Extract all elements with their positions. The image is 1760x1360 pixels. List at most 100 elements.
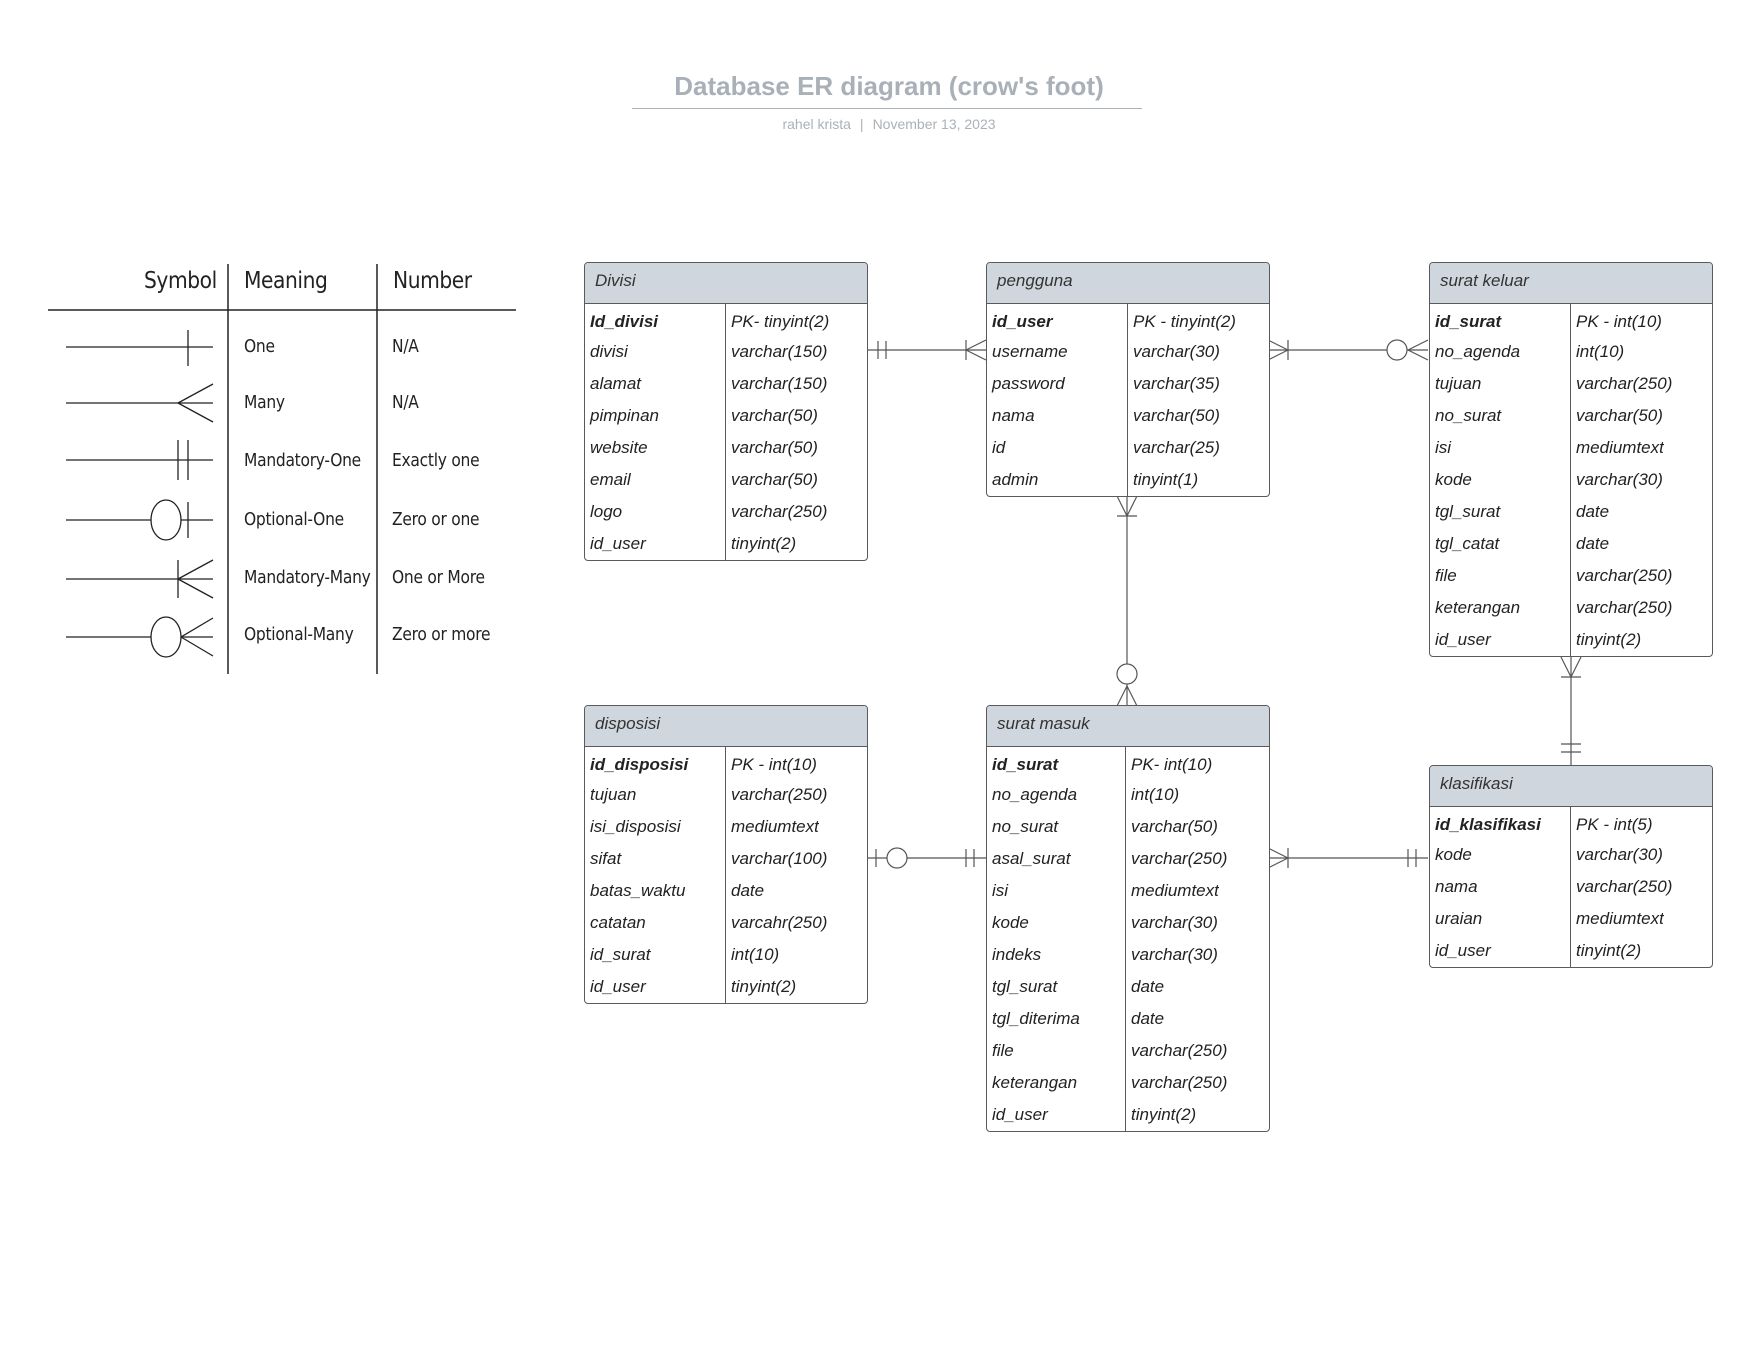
- entity-divisi[interactable]: Divisi Id_divisi PK- tinyint(2) divisi varch…: [584, 262, 868, 561]
- field-name: username: [987, 336, 1128, 368]
- entity-field-row: id_user tinyint(2): [1430, 624, 1712, 656]
- field-type: date: [1131, 1009, 1165, 1028]
- entity-field-row: id_surat int(10): [585, 939, 867, 971]
- field-name: isi: [1430, 432, 1571, 464]
- field-type: mediumtext: [731, 817, 819, 836]
- entity-field-row: keterangan varchar(250): [1430, 592, 1712, 624]
- field-type: tinyint(2): [1576, 941, 1642, 960]
- entity-name: klasifikasi: [1430, 766, 1712, 807]
- field-name: tujuan: [585, 779, 726, 811]
- entity-field-row: tgl_catat date: [1430, 528, 1712, 560]
- entity-name: disposisi: [585, 706, 867, 747]
- field-name: tgl_catat: [1430, 528, 1571, 560]
- field-type: varcahr(250): [731, 913, 828, 932]
- relationship-divisi-pengguna: [866, 339, 987, 361]
- field-name: catatan: [585, 907, 726, 939]
- relationship-pengguna-surat-masuk: [1116, 495, 1138, 707]
- entity-name: surat keluar: [1430, 263, 1712, 304]
- relationship-disposisi-surat-masuk: [866, 847, 986, 869]
- field-type: varchar(30): [1131, 945, 1218, 964]
- entity-field-row: tgl_surat date: [987, 971, 1269, 1003]
- field-name: file: [987, 1035, 1126, 1067]
- field-type: tinyint(1): [1133, 470, 1199, 489]
- field-type: varchar(250): [1576, 598, 1673, 617]
- relationship-surat-masuk-klasifikasi: [1267, 847, 1428, 869]
- field-type: varchar(100): [731, 849, 828, 868]
- field-name: id: [987, 432, 1128, 464]
- field-name: id_user: [987, 304, 1128, 336]
- field-name: alamat: [585, 368, 726, 400]
- entity-field-row: batas_waktu date: [585, 875, 867, 907]
- entity-field-row: alamat varchar(150): [585, 368, 867, 400]
- field-type: mediumtext: [1576, 438, 1664, 457]
- field-name: keterangan: [1430, 592, 1571, 624]
- entity-field-row: password varchar(35): [987, 368, 1269, 400]
- entity-pengguna[interactable]: pengguna id_user PK - tinyint(2) username va…: [986, 262, 1270, 497]
- field-name: id_klasifikasi: [1430, 807, 1571, 839]
- relationship-surat-keluar-klasifikasi: [1560, 656, 1582, 766]
- entity-field-row: id_user PK - tinyint(2): [987, 304, 1269, 336]
- field-type: varchar(50): [731, 406, 818, 425]
- field-name: no_agenda: [1430, 336, 1571, 368]
- relationship-pengguna-surat-keluar: [1267, 339, 1429, 361]
- entity-field-row: no_agenda int(10): [1430, 336, 1712, 368]
- field-name: id_user: [1430, 935, 1571, 967]
- field-type: varchar(30): [1576, 845, 1663, 864]
- field-type: varchar(50): [1133, 406, 1220, 425]
- entity-surat-keluar[interactable]: surat keluar id_surat PK - int(10) no_agend…: [1429, 262, 1713, 657]
- field-name: id_surat: [1430, 304, 1571, 336]
- entity-field-row: kode varchar(30): [1430, 464, 1712, 496]
- field-name: no_surat: [1430, 400, 1571, 432]
- field-name: nama: [987, 400, 1128, 432]
- field-name: kode: [1430, 464, 1571, 496]
- entity-field-row: username varchar(30): [987, 336, 1269, 368]
- entity-klasifikasi[interactable]: klasifikasi id_klasifikasi PK - int(5) kode…: [1429, 765, 1713, 968]
- field-name: tujuan: [1430, 368, 1571, 400]
- field-name: tgl_diterima: [987, 1003, 1126, 1035]
- field-type: date: [731, 881, 765, 900]
- entity-field-row: id_user tinyint(2): [585, 528, 867, 560]
- field-name: asal_surat: [987, 843, 1126, 875]
- entity-field-row: nama varchar(250): [1430, 871, 1712, 903]
- field-name: tgl_surat: [1430, 496, 1571, 528]
- entity-surat-masuk[interactable]: surat masuk id_surat PK- int(10) no_agenda i…: [986, 705, 1270, 1132]
- field-type: PK - int(10): [1576, 312, 1662, 331]
- field-type: varchar(30): [1131, 913, 1218, 932]
- entity-name: surat masuk: [987, 706, 1269, 747]
- field-name: sifat: [585, 843, 726, 875]
- entity-field-row: file varchar(250): [987, 1035, 1269, 1067]
- field-type: tinyint(2): [1576, 630, 1642, 649]
- field-name: nama: [1430, 871, 1571, 903]
- entity-field-row: id_disposisi PK - int(10): [585, 747, 867, 779]
- entity-field-row: pimpinan varchar(50): [585, 400, 867, 432]
- field-type: mediumtext: [1131, 881, 1219, 900]
- field-type: varchar(25): [1133, 438, 1220, 457]
- field-type: varchar(30): [1576, 470, 1663, 489]
- field-type: varchar(50): [1131, 817, 1218, 836]
- entity-name: Divisi: [585, 263, 867, 304]
- field-type: PK- int(10): [1131, 755, 1213, 774]
- field-name: indeks: [987, 939, 1126, 971]
- field-type: int(10): [1131, 785, 1180, 804]
- field-type: int(10): [1576, 342, 1625, 361]
- entity-field-row: uraian mediumtext: [1430, 903, 1712, 935]
- entity-field-row: file varchar(250): [1430, 560, 1712, 592]
- field-type: varchar(35): [1133, 374, 1220, 393]
- field-name: keterangan: [987, 1067, 1126, 1099]
- field-name: id_user: [585, 528, 726, 560]
- field-name: tgl_surat: [987, 971, 1126, 1003]
- entity-field-row: no_surat varchar(50): [987, 811, 1269, 843]
- field-name: website: [585, 432, 726, 464]
- field-name: id_surat: [987, 747, 1126, 779]
- field-type: PK - int(5): [1576, 815, 1653, 834]
- entity-field-row: tgl_diterima date: [987, 1003, 1269, 1035]
- field-type: int(10): [731, 945, 780, 964]
- entity-field-row: sifat varchar(100): [585, 843, 867, 875]
- field-name: id_user: [585, 971, 726, 1003]
- entity-field-row: id_klasifikasi PK - int(5): [1430, 807, 1712, 839]
- field-type: varchar(150): [731, 342, 828, 361]
- entity-disposisi[interactable]: disposisi id_disposisi PK - int(10) tujuan v…: [584, 705, 868, 1004]
- entity-field-row: kode varchar(30): [1430, 839, 1712, 871]
- entity-field-row: nama varchar(50): [987, 400, 1269, 432]
- entity-field-row: website varchar(50): [585, 432, 867, 464]
